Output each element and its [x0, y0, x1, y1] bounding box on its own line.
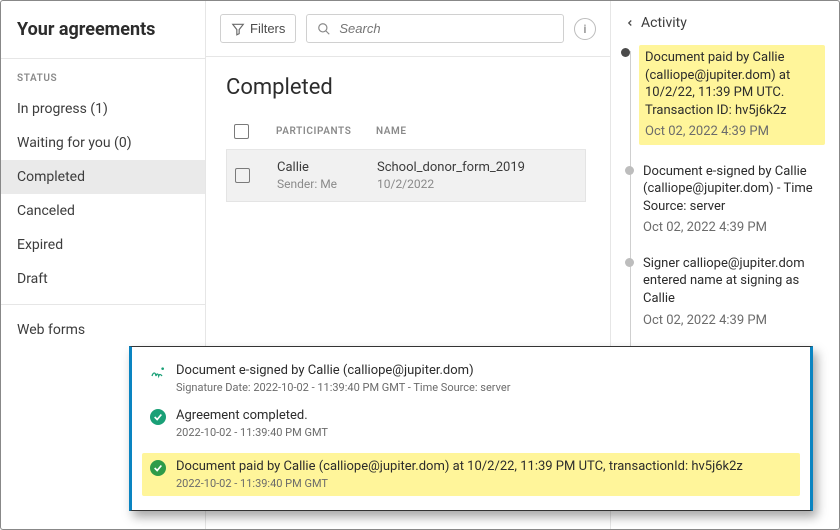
sidebar-item-label: Draft — [17, 271, 48, 287]
content-heading: Completed — [226, 75, 586, 100]
sidebar-item-label: Expired — [17, 237, 63, 253]
table-header: PARTICIPANTS NAME — [226, 118, 586, 150]
sidebar-item-canceled[interactable]: Canceled — [1, 194, 205, 228]
activity-time: Oct 02, 2022 4:39 PM — [643, 312, 825, 330]
check-circle-icon — [150, 460, 166, 476]
activity-timeline: Document paid by Callie (calliope@jupite… — [625, 45, 825, 347]
filters-button[interactable]: Filters — [220, 14, 296, 43]
audit-entry-highlighted: Document paid by Callie (calliope@jupite… — [142, 453, 800, 496]
activity-text: Document e-signed by Callie (calliope@ju… — [643, 163, 825, 216]
activity-header[interactable]: Activity — [625, 15, 825, 31]
name-cell: School_donor_form_2019 10/2/2022 — [377, 160, 579, 191]
activity-time: Oct 02, 2022 4:39 PM — [645, 123, 819, 141]
audit-subtitle: 2022-10-02 - 11:39:40 PM GMT — [176, 426, 792, 439]
sidebar-item-label: Completed — [17, 169, 85, 185]
timeline-dot-icon — [625, 166, 634, 175]
search-icon — [317, 22, 331, 36]
sidebar-item-completed[interactable]: Completed — [1, 160, 205, 194]
select-all-checkbox[interactable] — [234, 124, 249, 139]
filters-label: Filters — [250, 21, 285, 36]
content-body: Completed PARTICIPANTS NAME Callie Sende… — [206, 57, 610, 202]
audit-report-overlay: Document e-signed by Callie (calliope@ju… — [129, 346, 813, 511]
status-list-secondary: Web forms — [1, 313, 205, 347]
agreement-date: 10/2/2022 — [377, 177, 579, 191]
table-row[interactable]: Callie Sender: Me School_donor_form_2019… — [226, 150, 586, 202]
participant-sender: Sender: Me — [277, 177, 377, 191]
audit-body: Document paid by Callie (calliope@jupite… — [176, 459, 792, 490]
divider — [1, 304, 205, 305]
search-input[interactable] — [339, 21, 553, 36]
audit-body: Agreement completed. 2022-10-02 - 11:39:… — [176, 408, 792, 439]
col-name-header: NAME — [376, 126, 586, 137]
status-list: In progress (1) Waiting for you (0) Comp… — [1, 92, 205, 296]
sidebar-item-draft[interactable]: Draft — [1, 262, 205, 296]
audit-body: Document e-signed by Callie (calliope@ju… — [176, 363, 792, 394]
activity-text: Document paid by Callie (calliope@jupite… — [645, 49, 819, 119]
activity-item[interactable]: Document e-signed by Callie (calliope@ju… — [643, 163, 825, 237]
audit-subtitle: Signature Date: 2022-10-02 - 11:39:40 PM… — [176, 381, 792, 394]
audit-subtitle: 2022-10-02 - 11:39:40 PM GMT — [176, 477, 792, 490]
sidebar-item-label: Canceled — [17, 203, 75, 219]
row-checkbox-cell — [227, 168, 277, 183]
audit-title: Agreement completed. — [176, 408, 792, 423]
col-participants-header: PARTICIPANTS — [276, 126, 376, 137]
info-icon: i — [584, 22, 587, 36]
sidebar-item-label: Waiting for you (0) — [17, 135, 132, 151]
sidebar-item-waiting[interactable]: Waiting for you (0) — [1, 126, 205, 160]
sidebar-item-expired[interactable]: Expired — [1, 228, 205, 262]
check-circle-icon — [150, 409, 166, 425]
activity-time: Oct 02, 2022 4:39 PM — [643, 219, 825, 237]
audit-title: Document e-signed by Callie (calliope@ju… — [176, 363, 792, 378]
sidebar-header: Your agreements — [1, 1, 205, 59]
col-checkbox — [226, 124, 276, 139]
timeline-dot-icon — [621, 48, 630, 57]
sidebar-item-web-forms[interactable]: Web forms — [1, 313, 205, 347]
agreement-name: School_donor_form_2019 — [377, 160, 579, 175]
audit-entry: Agreement completed. 2022-10-02 - 11:39:… — [150, 408, 792, 439]
info-button[interactable]: i — [574, 18, 596, 40]
audit-entry: Document e-signed by Callie (calliope@ju… — [150, 363, 792, 394]
timeline-dot-icon — [625, 258, 634, 267]
activity-item[interactable]: Signer calliope@jupiter.dom entered name… — [643, 255, 825, 329]
row-checkbox[interactable] — [235, 168, 250, 183]
search-wrap[interactable] — [306, 14, 564, 43]
sidebar-item-label: In progress (1) — [17, 101, 108, 117]
page-title: Your agreements — [17, 19, 191, 40]
signature-icon — [150, 364, 166, 380]
sidebar-item-in-progress[interactable]: In progress (1) — [1, 92, 205, 126]
chevron-left-icon — [625, 17, 635, 29]
activity-text: Signer calliope@jupiter.dom entered name… — [643, 255, 825, 308]
audit-title: Document paid by Callie (calliope@jupite… — [176, 459, 792, 474]
activity-title: Activity — [641, 15, 687, 31]
participant-name: Callie — [277, 160, 377, 175]
sidebar-item-label: Web forms — [17, 322, 85, 338]
participants-cell: Callie Sender: Me — [277, 160, 377, 191]
status-heading: STATUS — [1, 59, 205, 92]
filter-icon — [231, 22, 245, 36]
activity-item[interactable]: Document paid by Callie (calliope@jupite… — [639, 45, 825, 145]
content-header: Filters i — [206, 1, 610, 57]
